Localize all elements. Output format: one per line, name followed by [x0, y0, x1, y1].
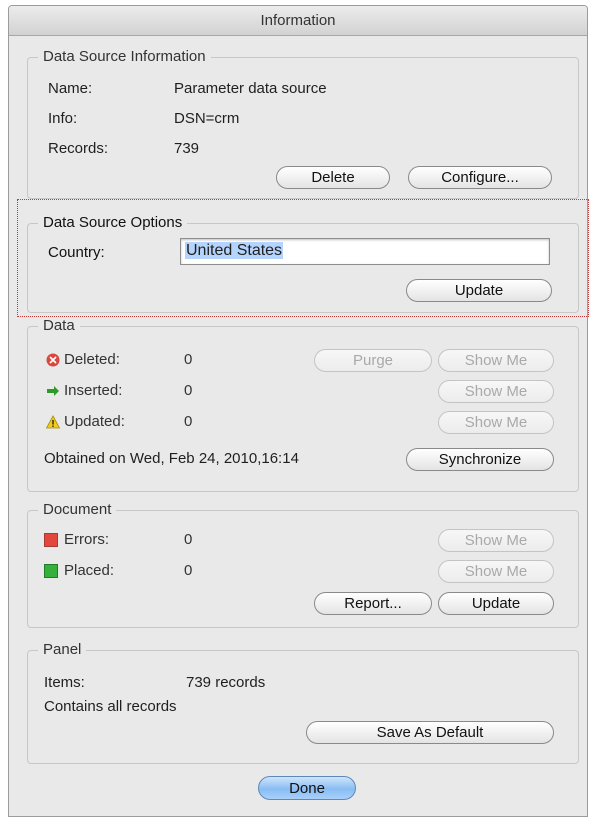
- deleted-x-icon: [46, 353, 60, 367]
- document-group: Document Errors: 0 Show Me Placed: 0 Sho…: [27, 500, 579, 628]
- name-value: Parameter data source: [174, 80, 327, 97]
- name-label: Name:: [48, 80, 93, 97]
- deleted-label: Deleted:: [64, 351, 120, 368]
- inserted-arrow-icon: [47, 386, 59, 396]
- updated-value: 0: [184, 413, 193, 430]
- info-value: DSN=crm: [174, 110, 240, 127]
- records-label: Records:: [48, 140, 109, 157]
- synchronize-button[interactable]: Synchronize: [406, 448, 554, 471]
- show-me-placed-button[interactable]: Show Me: [438, 560, 554, 583]
- information-window: Information Data Source Information Name…: [8, 5, 588, 817]
- options-focus-ring: [17, 199, 589, 317]
- errors-value: 0: [184, 531, 193, 548]
- warning-icon: [46, 415, 60, 429]
- errors-label: Errors:: [64, 531, 109, 548]
- show-me-inserted-button[interactable]: Show Me: [438, 380, 554, 403]
- data-group: Data Deleted: 0 Purge Show Me Inserted: …: [27, 316, 579, 492]
- done-button[interactable]: Done: [258, 776, 356, 800]
- document-legend: Document: [38, 500, 117, 520]
- purge-button[interactable]: Purge: [314, 349, 432, 372]
- data-legend: Data: [38, 316, 80, 336]
- contains-all-records-text: Contains all records: [44, 698, 177, 715]
- show-me-errors-button[interactable]: Show Me: [438, 529, 554, 552]
- data-source-information-legend: Data Source Information: [38, 47, 211, 67]
- configure-button[interactable]: Configure...: [408, 166, 552, 189]
- inserted-label: Inserted:: [64, 382, 123, 399]
- delete-button[interactable]: Delete: [276, 166, 390, 189]
- items-value: 739 records: [186, 674, 266, 691]
- update-document-button[interactable]: Update: [438, 592, 554, 615]
- placed-value: 0: [184, 562, 193, 579]
- report-button[interactable]: Report...: [314, 592, 432, 615]
- window-title: Information: [9, 6, 587, 36]
- errors-red-square-icon: [44, 533, 58, 547]
- placed-label: Placed:: [64, 562, 115, 579]
- placed-green-square-icon: [44, 564, 58, 578]
- records-value: 739: [174, 140, 200, 157]
- panel-group: Panel Items: 739 records Contains all re…: [27, 640, 579, 764]
- items-label: Items:: [44, 674, 85, 691]
- obtained-text: Obtained on Wed, Feb 24, 2010,16:14: [44, 450, 299, 467]
- panel-legend: Panel: [38, 640, 87, 660]
- save-as-default-button[interactable]: Save As Default: [306, 721, 554, 744]
- show-me-updated-button[interactable]: Show Me: [438, 411, 554, 434]
- deleted-value: 0: [184, 351, 193, 368]
- updated-label: Updated:: [64, 413, 125, 430]
- data-source-information-group: Data Source Information Name: Parameter …: [27, 47, 579, 199]
- show-me-deleted-button[interactable]: Show Me: [438, 349, 554, 372]
- inserted-value: 0: [184, 382, 193, 399]
- info-label: Info:: [48, 110, 78, 127]
